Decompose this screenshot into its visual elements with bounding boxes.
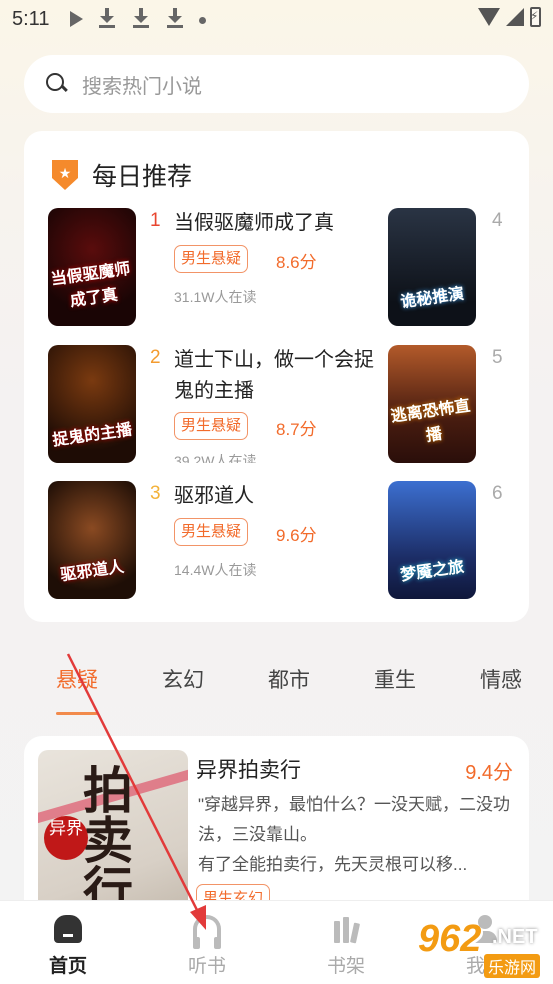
- cover-text: 诡秘推演: [399, 285, 466, 312]
- bookshelf-icon: [332, 915, 361, 944]
- signal-icon: [506, 8, 524, 26]
- genre-tag: 男生悬疑: [174, 245, 249, 273]
- rank-number: 2: [150, 347, 161, 368]
- book-cover[interactable]: 驱邪道人: [48, 481, 136, 599]
- book-cover[interactable]: 诡秘推演: [388, 208, 476, 326]
- cover-text: 逃离恐怖直播: [389, 397, 472, 445]
- book-item[interactable]: 驱邪道人 3 驱邪道人 男生悬疑 9.6分 14.4W人在读: [48, 481, 348, 599]
- tab-romance[interactable]: 情感: [480, 664, 522, 694]
- watermark-logo: 962 .NET 乐游网: [414, 916, 548, 980]
- book-item[interactable]: 梦魇之旅 6: [388, 481, 508, 599]
- cover-text: 梦魇之旅: [399, 558, 466, 585]
- download-icon: [97, 7, 117, 29]
- headphones-icon: [193, 915, 221, 949]
- book-item[interactable]: 当假驱魔师成了真 1 当假驱魔师成了真 男生悬疑 8.6分 31.1W人在读: [48, 208, 348, 326]
- nav-label: 首页: [48, 956, 87, 977]
- status-notification-icons: [70, 7, 206, 29]
- more-dot-icon: [199, 16, 206, 24]
- genre-tag: 男生悬疑: [174, 412, 249, 440]
- read-count: 39.2W人在读: [174, 453, 257, 463]
- nav-bookshelf[interactable]: 书架: [306, 915, 386, 978]
- tab-fantasy[interactable]: 玄幻: [162, 664, 204, 694]
- nav-label: 书架: [326, 956, 365, 977]
- watermark-net: .NET: [492, 926, 538, 948]
- book-title[interactable]: 道士下山，做一个会捉鬼的主播: [174, 345, 374, 407]
- book-title[interactable]: 驱邪道人: [174, 481, 374, 512]
- tab-rebirth[interactable]: 重生: [374, 664, 416, 694]
- badge-icon: ★: [52, 160, 78, 190]
- status-system-icons: [478, 7, 541, 27]
- cover-seal: 异界: [44, 816, 88, 860]
- category-tabs: 悬疑 玄幻 都市 重生 情感: [0, 664, 553, 704]
- read-count: 14.4W人在读: [174, 562, 257, 578]
- book-item[interactable]: 诡秘推演 4: [388, 208, 508, 326]
- search-placeholder[interactable]: 搜索热门小说: [82, 70, 202, 99]
- daily-header: ★ 每日推荐: [52, 157, 192, 193]
- nav-label: 听书: [187, 956, 226, 977]
- book-title[interactable]: 异界拍卖行: [196, 754, 301, 784]
- rank-number: 6: [492, 483, 503, 504]
- cover-text: 当假驱魔师成了真: [49, 260, 132, 311]
- daily-title: 每日推荐: [92, 163, 193, 191]
- tab-urban[interactable]: 都市: [268, 664, 310, 694]
- book-cover[interactable]: 捉鬼的主播: [48, 345, 136, 463]
- status-bar: 5:11: [0, 0, 553, 40]
- book-description: "穿越异界，最怕什么？一没天赋，二没功法，三没靠山。 有了全能拍卖行，先天灵根可…: [198, 795, 511, 874]
- book-score: 8.6分: [276, 253, 317, 272]
- book-score: 8.7分: [276, 420, 317, 439]
- cover-text: 捉鬼的主播: [51, 421, 134, 450]
- watermark-number: 962: [418, 918, 482, 960]
- rank-number: 4: [492, 210, 503, 231]
- search-bar[interactable]: 搜索热门小说: [24, 55, 529, 113]
- battery-icon: [530, 7, 541, 27]
- book-item[interactable]: 逃离恐怖直播 5: [388, 345, 508, 463]
- rank-number: 1: [150, 210, 161, 231]
- play-icon: [70, 11, 83, 27]
- status-time: 5:11: [12, 8, 50, 30]
- read-count: 31.1W人在读: [174, 289, 257, 305]
- genre-tag: 男生悬疑: [174, 518, 249, 546]
- wifi-icon: [478, 8, 500, 26]
- rank-number: 3: [150, 483, 161, 504]
- download-icon: [131, 7, 151, 29]
- book-score: 9.6分: [276, 526, 317, 545]
- book-cover[interactable]: 梦魇之旅: [388, 481, 476, 599]
- daily-recommend-card: ★ 每日推荐 当假驱魔师成了真 1 当假驱魔师成了真 男生悬疑 8.6分 31.…: [24, 131, 529, 622]
- rank-number: 5: [492, 347, 503, 368]
- book-cover[interactable]: 当假驱魔师成了真: [48, 208, 136, 326]
- watermark-sub: 乐游网: [484, 954, 541, 978]
- cover-text: 驱邪道人: [59, 558, 126, 585]
- search-icon: [46, 73, 68, 95]
- nav-home[interactable]: 首页: [28, 915, 108, 978]
- tab-mystery[interactable]: 悬疑: [56, 664, 98, 694]
- book-score: 9.4分: [465, 762, 513, 784]
- book-item[interactable]: 捉鬼的主播 2 道士下山，做一个会捉鬼的主播 男生悬疑 8.7分 39.2W人在…: [48, 345, 374, 463]
- download-icon: [165, 7, 185, 29]
- book-title[interactable]: 当假驱魔师成了真: [174, 208, 374, 239]
- nav-listen[interactable]: 听书: [167, 915, 247, 978]
- active-tab-indicator: [56, 712, 98, 715]
- home-icon: [54, 915, 82, 943]
- book-cover[interactable]: 逃离恐怖直播: [388, 345, 476, 463]
